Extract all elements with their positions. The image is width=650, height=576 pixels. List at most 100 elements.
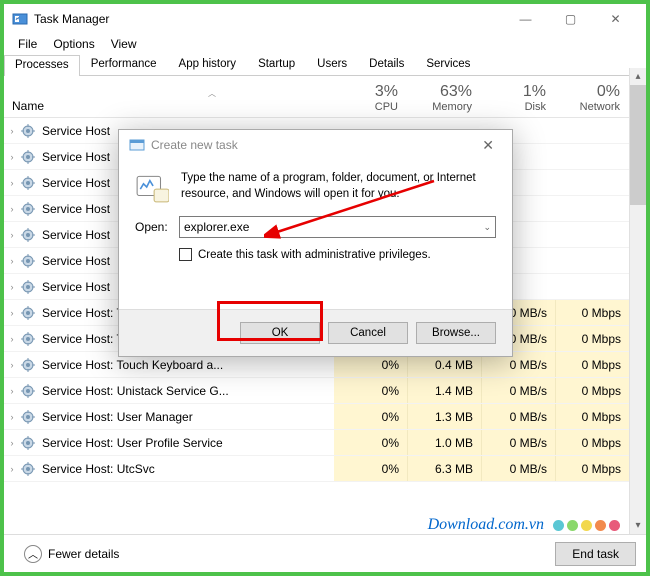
fewer-details-label: Fewer details [48, 547, 119, 561]
tab-startup[interactable]: Startup [247, 54, 306, 75]
chevron-up-circle-icon: ︿ [24, 545, 42, 563]
expand-arrow-icon[interactable]: › [6, 282, 18, 292]
dialog-title: Create new task [151, 138, 238, 152]
tab-performance[interactable]: Performance [80, 54, 168, 75]
disk-value: 0 MB/s [482, 378, 556, 403]
tab-services[interactable]: Services [415, 54, 481, 75]
cpu-value: 0% [334, 430, 408, 455]
process-name: Service Host: User Profile Service [42, 436, 334, 450]
network-value: 0 Mbps [556, 404, 630, 429]
expand-arrow-icon[interactable]: › [6, 230, 18, 240]
expand-arrow-icon[interactable]: › [6, 126, 18, 136]
ok-button[interactable]: OK [240, 322, 320, 344]
task-manager-icon [12, 11, 28, 27]
disk-value: 0 MB/s [482, 430, 556, 455]
dialog-titlebar: Create new task ✕ [119, 130, 512, 160]
expand-arrow-icon[interactable]: › [6, 256, 18, 266]
open-input[interactable] [184, 220, 479, 234]
expand-arrow-icon[interactable]: › [6, 438, 18, 448]
column-disk[interactable]: 1% Disk [480, 83, 554, 117]
service-icon [20, 461, 36, 477]
create-new-task-dialog: Create new task ✕ Type the name of a pro… [118, 129, 513, 357]
vertical-scrollbar[interactable]: ▴ ▾ [629, 68, 646, 534]
memory-value: 6.3 MB [408, 456, 482, 481]
service-icon [20, 201, 36, 217]
chevron-down-icon[interactable]: ⌄ [479, 222, 491, 233]
network-value: 0 Mbps [556, 326, 630, 351]
disk-value: 0 MB/s [482, 456, 556, 481]
disk-value: 0 MB/s [482, 404, 556, 429]
titlebar: Task Manager — ▢ ✕ [4, 4, 646, 34]
service-icon [20, 331, 36, 347]
cpu-value: 0% [334, 378, 408, 403]
tab-users[interactable]: Users [306, 54, 358, 75]
service-icon [20, 149, 36, 165]
service-icon [20, 383, 36, 399]
fewer-details-button[interactable]: ︿ Fewer details [14, 541, 129, 567]
process-row[interactable]: ›Service Host: Unistack Service G...0%1.… [4, 378, 646, 404]
expand-arrow-icon[interactable]: › [6, 386, 18, 396]
scroll-thumb[interactable] [630, 85, 646, 205]
admin-checkbox[interactable] [179, 248, 192, 261]
dialog-close-button[interactable]: ✕ [474, 137, 502, 154]
expand-arrow-icon[interactable]: › [6, 334, 18, 344]
column-memory[interactable]: 63% Memory [406, 83, 480, 117]
scroll-down-icon[interactable]: ▾ [630, 517, 646, 534]
cancel-button[interactable]: Cancel [328, 322, 408, 344]
process-row[interactable]: ›Service Host: User Manager0%1.3 MB0 MB/… [4, 404, 646, 430]
run-dialog-icon [129, 137, 145, 153]
admin-checkbox-label: Create this task with administrative pri… [198, 249, 431, 261]
network-value: 0 Mbps [556, 456, 630, 481]
process-row[interactable]: ›Service Host: UtcSvc0%6.3 MB0 MB/s0 Mbp… [4, 456, 646, 482]
expand-arrow-icon[interactable]: › [6, 152, 18, 162]
service-icon [20, 253, 36, 269]
scroll-up-icon[interactable]: ▴ [630, 68, 646, 85]
browse-button[interactable]: Browse... [416, 322, 496, 344]
expand-arrow-icon[interactable]: › [6, 412, 18, 422]
network-value: 0 Mbps [556, 300, 630, 325]
window-title: Task Manager [34, 12, 109, 26]
service-icon [20, 279, 36, 295]
expand-arrow-icon[interactable]: › [6, 204, 18, 214]
menu-view[interactable]: View [103, 35, 145, 53]
open-combobox[interactable]: ⌄ [179, 216, 496, 238]
column-name[interactable]: Name [12, 99, 332, 117]
tab-details[interactable]: Details [358, 54, 415, 75]
process-row[interactable]: › Service Host: User Profile Service0%1.0… [4, 430, 646, 456]
memory-value: 1.4 MB [408, 378, 482, 403]
tab-processes[interactable]: Processes [4, 55, 80, 76]
expand-arrow-icon[interactable]: › [6, 308, 18, 318]
column-cpu[interactable]: 3% CPU [332, 83, 406, 117]
network-value: 0 Mbps [556, 352, 630, 377]
menu-options[interactable]: Options [45, 35, 102, 53]
minimize-button[interactable]: — [503, 5, 548, 33]
service-icon [20, 175, 36, 191]
menubar: File Options View [4, 34, 646, 54]
end-task-button[interactable]: End task [555, 542, 636, 566]
memory-value: 1.0 MB [408, 430, 482, 455]
service-icon [20, 409, 36, 425]
sort-arrow-icon[interactable]: ︿ [92, 88, 332, 99]
footer: ︿ Fewer details End task [4, 534, 646, 572]
maximize-button[interactable]: ▢ [548, 5, 593, 33]
service-icon [20, 357, 36, 373]
service-icon [20, 435, 36, 451]
dialog-description: Type the name of a program, folder, docu… [181, 170, 496, 204]
expand-arrow-icon[interactable]: › [6, 360, 18, 370]
tab-app-history[interactable]: App history [168, 54, 248, 75]
process-name: Service Host: User Manager [42, 410, 334, 424]
tabs: Processes Performance App history Startu… [4, 54, 646, 76]
expand-arrow-icon[interactable]: › [6, 464, 18, 474]
column-headers: ︿ Name 3% CPU 63% Memory 1% Disk 0% Netw… [4, 76, 646, 118]
cpu-value: 0% [334, 456, 408, 481]
process-name: Service Host: Touch Keyboard a... [42, 358, 334, 372]
dialog-button-row: OK Cancel Browse... [119, 309, 512, 356]
menu-file[interactable]: File [10, 35, 45, 53]
column-network[interactable]: 0% Network [554, 83, 628, 117]
service-icon [20, 227, 36, 243]
network-value: 0 Mbps [556, 378, 630, 403]
expand-arrow-icon[interactable]: › [6, 178, 18, 188]
network-value: 0 Mbps [556, 430, 630, 455]
service-icon [20, 305, 36, 321]
close-button[interactable]: ✕ [593, 5, 638, 33]
